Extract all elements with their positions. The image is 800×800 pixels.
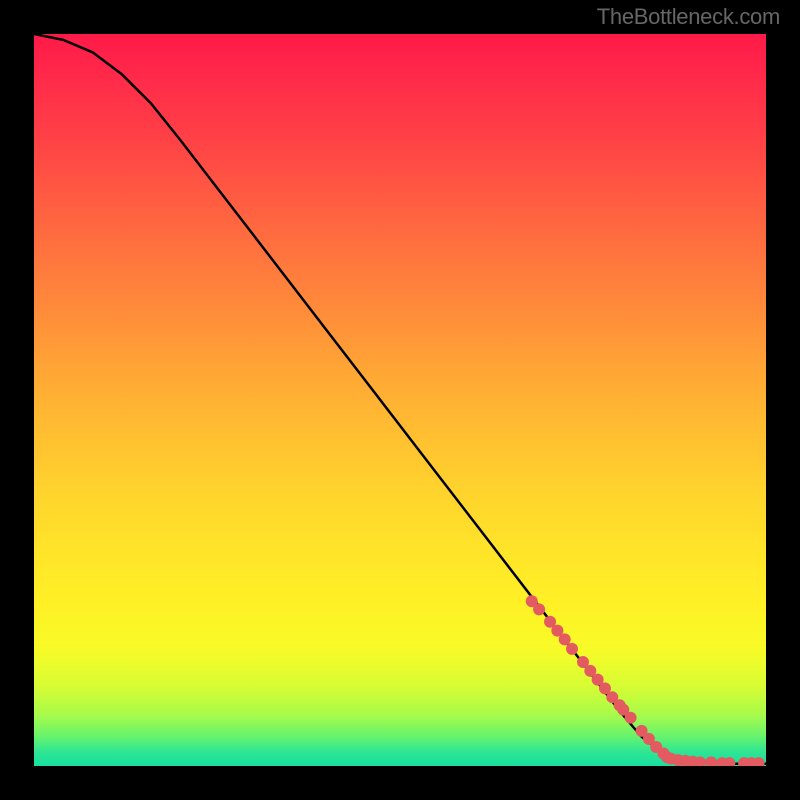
overlay-svg (34, 34, 766, 766)
attribution-text: TheBottleneck.com (597, 4, 780, 30)
data-dot (533, 603, 545, 615)
data-dot (566, 643, 578, 655)
chart-root: TheBottleneck.com (0, 0, 800, 800)
data-dot (625, 712, 637, 724)
plot-area (34, 34, 766, 766)
data-dot (559, 633, 571, 645)
data-dots (526, 595, 765, 766)
data-dot (705, 756, 717, 766)
curve-line (34, 34, 766, 764)
